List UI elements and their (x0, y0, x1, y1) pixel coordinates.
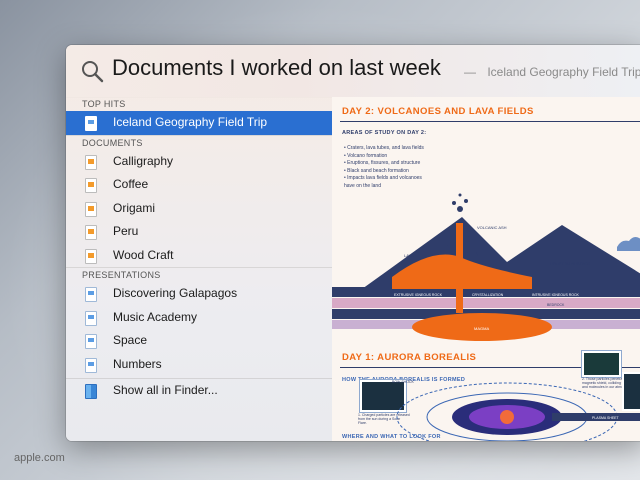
search-suggestion: — Iceland Geography Field Trip (464, 65, 640, 79)
label-bedrock: BEDROCK (547, 303, 565, 307)
show-all-label: Show all in Finder... (113, 383, 218, 397)
result-item-galapagos[interactable]: Discovering Galapagos (66, 282, 332, 306)
result-label: Coffee (113, 177, 149, 191)
suggestion-text: Iceland Geography Field Trip (487, 65, 640, 79)
result-item-origami[interactable]: Origami (66, 197, 332, 221)
result-label: Wood Craft (113, 247, 174, 262)
pages-doc-icon (85, 178, 97, 193)
finder-icon (85, 384, 97, 399)
ash-particle (458, 193, 462, 197)
show-all-in-finder-button[interactable]: Show all in Finder... (66, 379, 332, 403)
preview-day1-title: DAY 1: AURORA BOREALIS (342, 352, 477, 363)
spotlight-window: Documents I worked on last week — Icelan… (66, 45, 640, 441)
result-item-peru[interactable]: Peru (66, 220, 332, 244)
earth-icon (500, 410, 514, 424)
result-label: Music Academy (113, 309, 198, 324)
label-igneous: EXTRUSIVE IGNEOUS ROCK (394, 293, 443, 297)
rock-layer (332, 298, 640, 308)
result-item-numbers[interactable]: Numbers (66, 353, 332, 377)
label-crystal: CRYSTALLIZATION (472, 293, 504, 297)
label-magma: MAGMA (474, 326, 489, 331)
result-item-music-academy[interactable]: Music Academy (66, 306, 332, 330)
document-preview: DAY 2: VOLCANOES AND LAVA FIELDS AREAS O… (332, 97, 640, 441)
label-uplift: UPLIFT TO SURFACE (550, 261, 591, 266)
ash-particle (457, 206, 463, 212)
pages-doc-icon (85, 201, 97, 217)
section-top-hits: TOP HITS (82, 99, 126, 109)
source-watermark: apple.com (14, 452, 65, 464)
ash-particle (464, 199, 468, 203)
earth-photo (582, 351, 621, 377)
keynote-doc-icon (85, 287, 97, 302)
keynote-doc-icon (85, 334, 97, 349)
section-documents: DOCUMENTS (66, 134, 332, 150)
magnetosphere-diagram: BOW SHOCK PLASMA SHEET (392, 380, 640, 441)
label-volcanic-ash: VOLCANIC ASH (477, 225, 507, 230)
label-plasma: PLASMA SHEET (592, 416, 620, 420)
label-lava: LAVA (404, 253, 414, 258)
results-sidebar: TOP HITS Iceland Geography Field Trip DO… (66, 97, 333, 441)
result-item-coffee[interactable]: Coffee (66, 173, 332, 197)
result-label: Calligraphy (113, 153, 174, 168)
result-item-calligraphy[interactable]: Calligraphy (66, 150, 332, 174)
search-input[interactable]: Documents I worked on last week (112, 55, 441, 81)
result-label: Numbers (113, 356, 162, 371)
pages-doc-icon (85, 248, 97, 264)
result-label: Origami (113, 200, 156, 215)
section-presentations: PRESENTATIONS (66, 267, 332, 282)
search-icon (82, 61, 104, 83)
keynote-doc-icon (85, 116, 97, 131)
result-label: Space (113, 333, 148, 347)
pages-doc-icon (85, 225, 97, 240)
label-intrusive: INTRUSIVE IGNEOUS ROCK (532, 293, 580, 297)
result-item-space[interactable]: Space (66, 329, 332, 353)
suggestion-dash: — (464, 65, 476, 79)
keynote-doc-icon (85, 310, 97, 326)
ash-particle (452, 201, 456, 205)
result-label: Peru (113, 224, 139, 238)
result-label: Iceland Geography Field Trip (113, 115, 268, 129)
cloud-icon (617, 237, 640, 251)
result-item-wood-craft[interactable]: Wood Craft (66, 244, 332, 268)
pages-doc-icon (85, 154, 97, 170)
preview-where-title: WHERE AND WHAT TO LOOK FOR (342, 434, 441, 440)
label-bow-shock: BOW SHOCK (392, 380, 414, 384)
result-label: Discovering Galapagos (113, 286, 238, 300)
volcano-illustration: VOLCANIC ASH LAVA UPLIFT TO SURFACE EXTR… (332, 193, 640, 341)
result-item-iceland[interactable]: Iceland Geography Field Trip (66, 111, 332, 135)
keynote-doc-icon (85, 357, 97, 373)
search-bar[interactable]: Documents I worked on last week — Icelan… (66, 45, 640, 98)
